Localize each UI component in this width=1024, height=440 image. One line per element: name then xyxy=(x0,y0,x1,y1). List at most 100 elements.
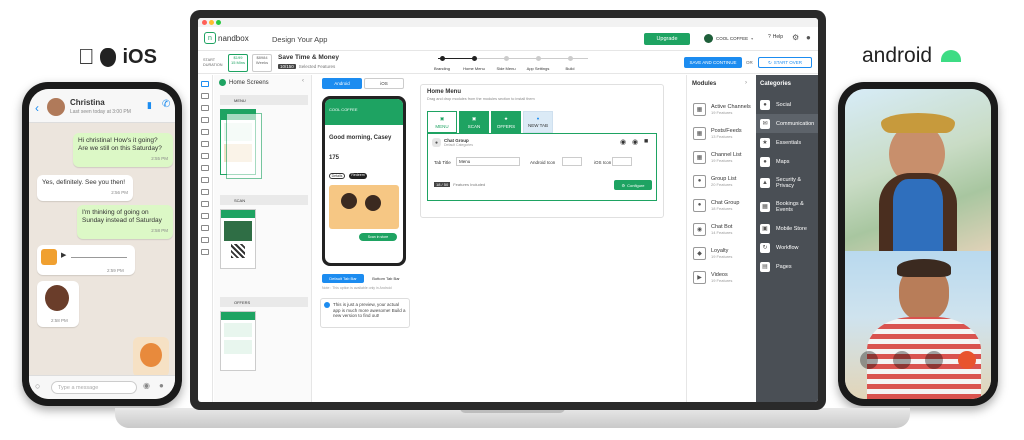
help-link[interactable]: ? Help xyxy=(768,34,783,40)
tab-menu[interactable]: ▣ MENU xyxy=(427,111,457,133)
plus-circle-icon: ● xyxy=(536,116,540,121)
gear-icon[interactable]: ⚙ xyxy=(792,33,799,42)
sticker-message[interactable]: 2:58 PM xyxy=(37,281,79,327)
screen-label-menu[interactable]: MENU xyxy=(220,95,308,105)
chat-header: ‹ Christina Last seen today at 3:00 PM ▮… xyxy=(29,89,175,123)
rail-icon-3[interactable] xyxy=(201,105,209,111)
start-over-button[interactable]: ↻ START OVER xyxy=(758,57,812,68)
rail-icon-1[interactable] xyxy=(201,81,209,87)
play-circle-icon[interactable]: ◉ xyxy=(620,138,626,146)
tab-scan[interactable]: ▣ SCAN xyxy=(459,111,489,133)
tab-android[interactable]: Android xyxy=(322,78,362,89)
rail-icon-14[interactable] xyxy=(201,237,209,243)
category-workflow[interactable]: ↻ Workflow xyxy=(756,238,818,257)
camera-off-icon[interactable] xyxy=(860,351,879,369)
step-side-menu[interactable]: Side Menu xyxy=(490,56,522,71)
voice-progress[interactable] xyxy=(71,257,127,258)
category-pages[interactable]: ▤ Pages xyxy=(756,257,818,276)
tab-new[interactable]: ● NEW TAB xyxy=(523,111,553,133)
message-input[interactable]: Type a message xyxy=(51,381,137,394)
rail-icon-4[interactable] xyxy=(201,117,209,123)
voice-message[interactable]: ▶ 2:59 PM xyxy=(37,245,135,275)
mic-icon[interactable]: ● xyxy=(159,381,164,390)
rail-icon-13[interactable] xyxy=(201,225,209,231)
back-icon[interactable]: ‹ xyxy=(35,101,39,115)
module-chat-group[interactable]: ● Chat Group 18 Features xyxy=(687,193,756,217)
user-icon[interactable]: ● xyxy=(806,33,811,42)
step-home-menu[interactable]: Home Menu xyxy=(458,56,490,71)
maximize-dot[interactable] xyxy=(216,20,221,25)
rail-icon-5[interactable] xyxy=(201,129,209,135)
module-channel-list[interactable]: ▦ Channel List 19 Features xyxy=(687,145,756,169)
video-call-icon[interactable]: ▮ xyxy=(147,100,152,111)
mute-icon[interactable] xyxy=(892,351,911,369)
step-build[interactable]: Build xyxy=(554,56,586,71)
plus-icon[interactable]: ○ xyxy=(35,381,40,391)
category-social[interactable]: ● Social xyxy=(756,95,818,114)
message-3[interactable]: I'm thinking of going on Sunday instead … xyxy=(77,205,173,239)
rail-icon-10[interactable] xyxy=(201,189,209,195)
preview-redeem-button[interactable]: Redeem xyxy=(349,173,367,179)
preview-phone: COOL COFFEE Good morning, Casey 175 Deta… xyxy=(322,96,406,266)
preview-details-button[interactable]: Details xyxy=(329,173,345,179)
module-loyalty[interactable]: ◆ Loyalty 19 Features xyxy=(687,241,756,265)
scan-tab-icon: ▣ xyxy=(471,115,477,121)
end-call-icon[interactable] xyxy=(957,351,976,369)
module-active-channels[interactable]: ▦ Active Channels 19 Features xyxy=(687,97,756,121)
minimize-dot[interactable] xyxy=(209,20,214,25)
contact-name[interactable]: Christina xyxy=(70,98,105,107)
communication-icon: ✉ xyxy=(760,118,770,129)
rail-icon-6[interactable] xyxy=(201,141,209,147)
tab-offers[interactable]: ★ OFFERS xyxy=(491,111,521,133)
screen-label-scan[interactable]: SCAN xyxy=(220,195,308,205)
default-tabbar-button[interactable]: Default Tab Bar xyxy=(322,274,364,283)
camera-icon[interactable]: ◉ xyxy=(143,381,150,390)
settings-circle-icon[interactable]: ◉ xyxy=(632,138,638,146)
screen-label-offers[interactable]: OFFERS xyxy=(220,297,308,307)
module-chat-bot[interactable]: ◉ Chat Bot 14 Features xyxy=(687,217,756,241)
step-branding[interactable]: Branding xyxy=(426,56,458,71)
account-menu[interactable]: COOL COFFEE ▾ xyxy=(704,34,753,43)
collapse-icon[interactable]: ‹ xyxy=(302,78,304,84)
phone-call-icon[interactable]: ✆ xyxy=(162,99,170,110)
category-essentials[interactable]: ★ Essentials xyxy=(756,133,818,152)
screen-thumb-scan[interactable] xyxy=(220,209,256,269)
bottom-tabbar-button[interactable]: Bottom Tab Bar xyxy=(366,274,406,283)
module-videos[interactable]: ▶ Videos 19 Features xyxy=(687,265,756,289)
expand-icon[interactable]: › xyxy=(745,80,747,86)
chat-group-module[interactable]: ● Chat Group Default Categories ◉ ◉ ■ Tab… xyxy=(427,133,657,201)
ios-icon-select[interactable] xyxy=(612,157,632,166)
message-2[interactable]: Yes, definitely. See you then! 2:56 PM xyxy=(37,175,133,201)
android-icon-select[interactable] xyxy=(562,157,582,166)
module-posts-feeds[interactable]: ▦ Posts/Feeds 13 Features xyxy=(687,121,756,145)
rail-icon-11[interactable] xyxy=(201,201,209,207)
preview-scan-button[interactable]: Scan in store xyxy=(359,233,397,241)
step-app-settings[interactable]: App Settings xyxy=(522,56,554,71)
upgrade-button[interactable]: Upgrade xyxy=(644,33,690,45)
rail-icon-8[interactable] xyxy=(201,165,209,171)
rail-icon-15[interactable] xyxy=(201,249,209,255)
rail-icon-2[interactable] xyxy=(201,93,209,99)
tab-title-input[interactable]: Menu xyxy=(456,157,520,166)
avatar[interactable] xyxy=(47,98,65,116)
tab-ios[interactable]: iOS xyxy=(364,78,404,89)
trash-icon[interactable]: ■ xyxy=(644,138,648,145)
configure-button[interactable]: ⚙ Configure xyxy=(614,180,652,190)
ios-chat-screen: ‹ Christina Last seen today at 3:00 PM ▮… xyxy=(29,89,175,399)
screen-thumb-offers[interactable] xyxy=(220,311,256,371)
save-continue-button[interactable]: SAVE AND CONTINUE xyxy=(684,57,742,68)
category-mobile-store[interactable]: ▣ Mobile Store xyxy=(756,219,818,238)
rail-icon-9[interactable] xyxy=(201,177,209,183)
chat-icon[interactable] xyxy=(925,351,944,369)
module-group-list[interactable]: ● Group List 20 Features xyxy=(687,169,756,193)
close-dot[interactable] xyxy=(202,20,207,25)
rail-icon-12[interactable] xyxy=(201,213,209,219)
category-bookings[interactable]: ▦ Bookings & Events xyxy=(756,195,818,219)
logo[interactable]: n nandbox xyxy=(204,32,249,44)
category-security[interactable]: ▲ Security & Privacy xyxy=(756,171,818,195)
play-icon[interactable]: ▶ xyxy=(61,252,66,260)
category-communication[interactable]: ✉ Communication xyxy=(756,114,818,133)
message-1[interactable]: Hi christina! How's it going? Are we sti… xyxy=(73,133,173,167)
category-maps[interactable]: ● Maps xyxy=(756,152,818,171)
rail-icon-7[interactable] xyxy=(201,153,209,159)
